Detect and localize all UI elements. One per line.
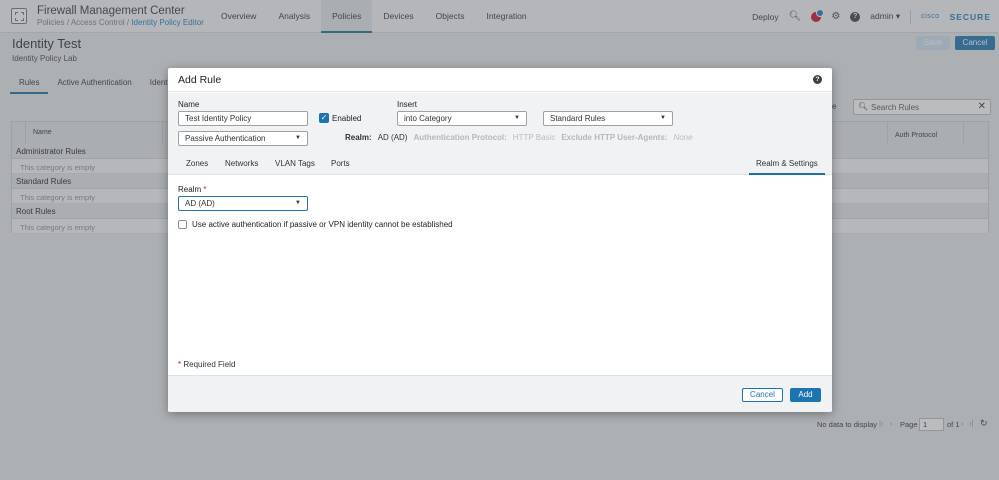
required-marker: * <box>178 360 182 369</box>
required-marker: * <box>203 185 207 194</box>
required-field-note: * Required Field <box>178 360 235 369</box>
tab-vlan-tags[interactable]: VLAN Tags <box>267 152 323 175</box>
action-value: Passive Authentication <box>185 134 266 143</box>
realm-field-label: Realm * <box>178 185 206 194</box>
chevron-down-icon: ▼ <box>295 200 301 206</box>
realm-select[interactable]: AD (AD) ▼ <box>178 196 308 211</box>
cancel-button[interactable]: Cancel <box>742 388 783 402</box>
rule-condition-tabs: Zones Networks VLAN Tags Ports Realm & S… <box>168 152 832 175</box>
help-icon[interactable]: ? <box>813 75 822 84</box>
dialog-header: Add Rule ? <box>168 68 832 92</box>
add-rule-dialog: Add Rule ? Name Test Identity Policy ✓ E… <box>168 68 832 412</box>
exclude-agents-key: Exclude HTTP User-Agents: <box>561 133 668 142</box>
category-value: Standard Rules <box>550 114 606 123</box>
tab-realm-settings[interactable]: Realm & Settings <box>749 152 825 175</box>
name-label: Name <box>178 100 200 109</box>
exclude-agents-value: None <box>673 133 693 142</box>
realm-select-value: AD (AD) <box>185 199 215 208</box>
chevron-down-icon: ▼ <box>660 115 666 121</box>
insert-position-value: into Category <box>404 114 452 123</box>
auth-protocol-key: Authentication Protocol: <box>413 133 507 142</box>
dialog-footer: Cancel Add <box>168 375 832 412</box>
tab-networks[interactable]: Networks <box>217 152 266 175</box>
rule-summary: Realm: AD (AD) Authentication Protocol: … <box>345 133 693 142</box>
active-auth-fallback-checkbox[interactable] <box>178 220 187 229</box>
realm-key: Realm: <box>345 133 372 142</box>
enabled-label: Enabled <box>332 114 362 123</box>
enabled-checkbox[interactable]: ✓ <box>319 113 329 123</box>
insert-position-select[interactable]: into Category ▼ <box>397 111 527 126</box>
tab-ports[interactable]: Ports <box>323 152 358 175</box>
dialog-title: Add Rule <box>178 74 222 86</box>
required-field-text: Required Field <box>183 360 236 369</box>
rule-name-input[interactable]: Test Identity Policy <box>178 111 308 126</box>
chevron-down-icon: ▼ <box>514 115 520 121</box>
chevron-down-icon: ▼ <box>295 135 301 141</box>
category-select[interactable]: Standard Rules ▼ <box>543 111 673 126</box>
active-auth-fallback-label: Use active authentication if passive or … <box>192 220 453 229</box>
add-button[interactable]: Add <box>790 388 821 402</box>
insert-label: Insert <box>397 100 418 109</box>
tab-zones[interactable]: Zones <box>178 152 216 175</box>
realm-value: AD (AD) <box>377 133 408 142</box>
auth-protocol-value: HTTP Basic <box>512 133 556 142</box>
realm-label-text: Realm <box>178 185 202 194</box>
action-select[interactable]: Passive Authentication ▼ <box>178 131 308 146</box>
